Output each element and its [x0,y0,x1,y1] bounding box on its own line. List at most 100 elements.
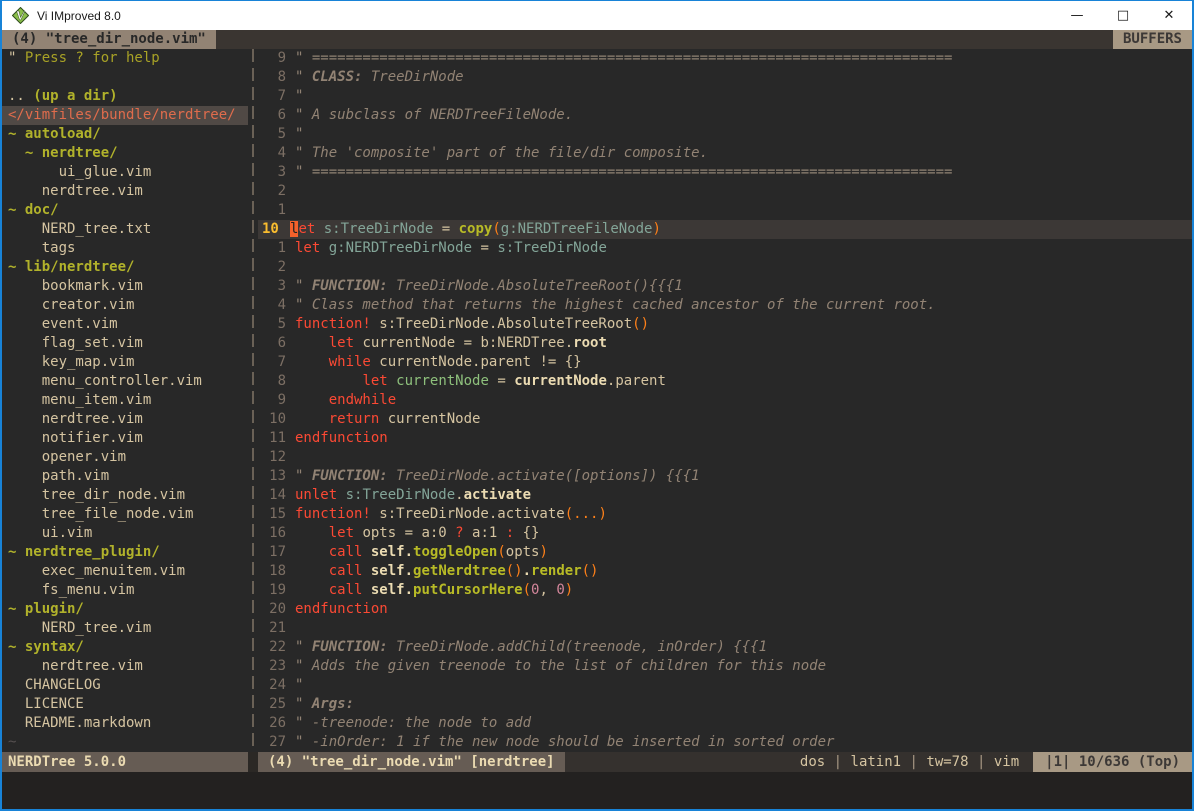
nerdtree-row[interactable]: tags [2,239,248,258]
line-text: ~ nerdtree_plugin/ [8,544,160,560]
nerdtree-row[interactable]: ~ nerdtree/ [2,144,248,163]
editor-line[interactable]: 21 [258,619,1192,638]
editor-line[interactable]: 15function! s:TreeDirNode.activate(...) [258,505,1192,524]
nerdtree-row[interactable]: nerdtree.vim [2,410,248,429]
editor-line[interactable]: 3" FUNCTION: TreeDirNode.AbsoluteTreeRoo… [258,277,1192,296]
line-text: " FUNCTION: TreeDirNode.activate([option… [295,467,700,486]
nerdtree-row[interactable]: menu_item.vim [2,391,248,410]
nerdtree-row[interactable]: menu_controller.vim [2,372,248,391]
editor-line[interactable]: 9 endwhile [258,391,1192,410]
close-button[interactable]: ✕ [1146,1,1192,30]
editor-line[interactable]: 7 while currentNode.parent != {} [258,353,1192,372]
nerdtree-row[interactable]: fs_menu.vim [2,581,248,600]
nerdtree-row[interactable]: flag_set.vim [2,334,248,353]
code-segment: () [506,563,523,579]
editor-line[interactable]: 4" Class method that returns the highest… [258,296,1192,315]
nerdtree-panel[interactable]: " Press ? for help .. (up a dir)</vimfile… [2,49,248,752]
nerdtree-row[interactable]: ~ syntax/ [2,638,248,657]
code-segment: ~ autoload/ [8,126,101,142]
nerdtree-row[interactable] [2,68,248,87]
editor-line[interactable]: 14unlet s:TreeDirNode.activate [258,486,1192,505]
nerdtree-row[interactable]: ui_glue.vim [2,163,248,182]
window-separator[interactable] [248,49,258,752]
editor-line[interactable]: 10 return currentNode [258,410,1192,429]
line-text: while currentNode.parent != {} [295,353,582,372]
nerdtree-row[interactable]: ~ autoload/ [2,125,248,144]
title-bar: Vi IMproved 8.0 — □ ✕ [2,1,1192,30]
editor-line[interactable]: 8" CLASS: TreeDirNode [258,68,1192,87]
editor-line[interactable]: 20endfunction [258,600,1192,619]
nerdtree-row[interactable]: NERD_tree.txt [2,220,248,239]
code-segment: path.vim [8,468,109,484]
nerdtree-row[interactable]: tree_dir_node.vim [2,486,248,505]
editor-line[interactable]: 5" [258,125,1192,144]
line-number: 25 [258,695,295,714]
editor-line[interactable]: 6 let currentNode = b:NERDTree.root [258,334,1192,353]
nerdtree-row[interactable]: NERD_tree.vim [2,619,248,638]
nerdtree-row[interactable]: nerdtree.vim [2,182,248,201]
nerdtree-row[interactable]: LICENCE [2,695,248,714]
editor-line[interactable]: 12 [258,448,1192,467]
nerdtree-row[interactable]: ~ nerdtree_plugin/ [2,543,248,562]
vim-logo-icon [12,7,29,24]
nerdtree-row[interactable]: creator.vim [2,296,248,315]
nerdtree-row[interactable]: tree_file_node.vim [2,505,248,524]
nerdtree-row[interactable]: CHANGELOG [2,676,248,695]
code-segment: " [295,468,312,484]
editor-line[interactable]: 2 [258,258,1192,277]
nerdtree-row[interactable]: ~ doc/ [2,201,248,220]
editor-line[interactable]: 17 call self.toggleOpen(opts) [258,543,1192,562]
nerdtree-row[interactable]: ~ lib/nerdtree/ [2,258,248,277]
editor-line[interactable]: 7" [258,87,1192,106]
nerdtree-row[interactable]: exec_menuitem.vim [2,562,248,581]
editor-line[interactable]: 10let s:TreeDirNode = copy(g:NERDTreeFil… [258,220,1192,239]
editor-line[interactable]: 18 call self.getNerdtree().render() [258,562,1192,581]
editor-line[interactable]: 4" The 'composite' part of the file/dir … [258,144,1192,163]
code-segment: s:TreeDirNode [324,221,434,237]
nerdtree-row[interactable]: </vimfiles/bundle/nerdtree/ [2,106,248,125]
window-title: Vi IMproved 8.0 [37,9,121,23]
editor-buffer[interactable]: 9" =====================================… [258,49,1192,752]
editor-line[interactable]: 6" A subclass of NERDTreeFileNode. [258,106,1192,125]
line-text: " Adds the given treenode to the list of… [295,657,826,676]
nerdtree-row[interactable]: opener.vim [2,448,248,467]
statusline-separator: | [969,754,994,770]
editor-line[interactable]: 19 call self.putCursorHere(0, 0) [258,581,1192,600]
maximize-button[interactable]: □ [1100,1,1146,30]
nerdtree-row[interactable]: " Press ? for help [2,49,248,68]
nerdtree-row[interactable]: event.vim [2,315,248,334]
editor-line[interactable]: 1 [258,201,1192,220]
editor-line[interactable]: 9" =====================================… [258,49,1192,68]
nerdtree-row[interactable]: ~ plugin/ [2,600,248,619]
editor-line[interactable]: 23" Adds the given treenode to the list … [258,657,1192,676]
editor-line[interactable]: 27" -inOrder: 1 if the new node should b… [258,733,1192,752]
command-line[interactable] [2,772,1192,809]
editor-line[interactable]: 13" FUNCTION: TreeDirNode.activate([opti… [258,467,1192,486]
code-segment [295,411,329,427]
editor-line[interactable]: 26" -treenode: the node to add [258,714,1192,733]
editor-line[interactable]: 8 let currentNode = currentNode.parent [258,372,1192,391]
nerdtree-row[interactable]: README.markdown [2,714,248,733]
editor-line[interactable]: 11endfunction [258,429,1192,448]
nerdtree-row[interactable]: key_map.vim [2,353,248,372]
nerdtree-row[interactable]: path.vim [2,467,248,486]
nerdtree-row[interactable]: bookmark.vim [2,277,248,296]
code-segment: tree_file_node.vim [8,506,193,522]
editor-line[interactable]: 3" =====================================… [258,163,1192,182]
editor-line[interactable]: 5function! s:TreeDirNode.AbsoluteTreeRoo… [258,315,1192,334]
nerdtree-row[interactable]: ~ [2,733,248,752]
code-segment: " [8,50,25,66]
editor-line[interactable]: 2 [258,182,1192,201]
tab-tree-dir-node[interactable]: (4) "tree_dir_node.vim" [2,30,216,49]
nerdtree-row[interactable]: notifier.vim [2,429,248,448]
editor-line[interactable]: 16 let opts = a:0 ? a:1 : {} [258,524,1192,543]
editor-line[interactable]: 24" [258,676,1192,695]
nerdtree-row[interactable]: nerdtree.vim [2,657,248,676]
nerdtree-row[interactable]: ui.vim [2,524,248,543]
editor-line[interactable]: 25" Args: [258,695,1192,714]
minimize-button[interactable]: — [1054,1,1100,30]
editor-line[interactable]: 22" FUNCTION: TreeDirNode.addChild(treen… [258,638,1192,657]
nerdtree-row[interactable]: .. (up a dir) [2,87,248,106]
code-segment: opts [506,544,540,560]
editor-line[interactable]: 1let g:NERDTreeDirNode = s:TreeDirNode [258,239,1192,258]
